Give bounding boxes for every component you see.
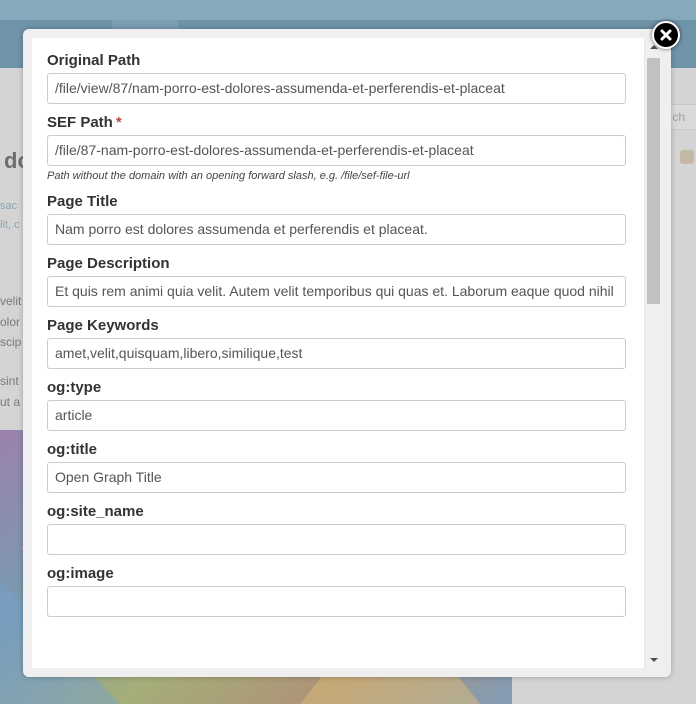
og-title-input[interactable]: Open Graph Title — [47, 462, 626, 493]
background-text: ut a — [0, 395, 21, 409]
background-text: olor — [0, 315, 21, 329]
background-search-input: ch — [668, 104, 696, 130]
rss-icon — [680, 150, 694, 164]
field-og-image: og:image — [47, 565, 626, 617]
og-type-label: og:type — [47, 379, 102, 396]
sef-path-input[interactable]: /file/87-nam-porro-est-dolores-assumenda… — [47, 135, 626, 166]
background-text: sint — [0, 374, 19, 388]
field-og-title: og:title Open Graph Title — [47, 441, 626, 493]
background-text: scip — [0, 335, 22, 349]
background-link: lit, c — [0, 219, 20, 231]
scrollbar-thumb[interactable] — [647, 58, 660, 304]
page-title-input[interactable]: Nam porro est dolores assumenda et perfe… — [47, 214, 626, 245]
page-keywords-label: Page Keywords — [47, 317, 159, 334]
background-link: sac — [0, 200, 18, 212]
close-button[interactable] — [652, 21, 680, 49]
seo-settings-modal: Original Path /file/view/87/nam-porro-es… — [23, 29, 671, 677]
required-marker: * — [115, 114, 122, 131]
seo-form: Original Path /file/view/87/nam-porro-es… — [47, 52, 626, 627]
page-title-label: Page Title — [47, 193, 118, 210]
og-type-input[interactable]: article — [47, 400, 626, 431]
field-page-description: Page Description Et quis rem animi quia … — [47, 255, 626, 307]
modal-scrollbar[interactable] — [644, 38, 662, 668]
og-title-label: og:title — [47, 441, 97, 458]
field-og-type: og:type article — [47, 379, 626, 431]
modal-content: Original Path /file/view/87/nam-porro-es… — [32, 38, 662, 668]
page-description-label: Page Description — [47, 255, 170, 272]
original-path-input[interactable]: /file/view/87/nam-porro-est-dolores-assu… — [47, 73, 626, 104]
page-description-input[interactable]: Et quis rem animi quia velit. Autem veli… — [47, 276, 626, 307]
field-og-site-name: og:site_name — [47, 503, 626, 555]
background-text: velit — [0, 294, 22, 308]
og-site-name-label: og:site_name — [47, 503, 144, 520]
field-original-path: Original Path /file/view/87/nam-porro-es… — [47, 52, 626, 104]
field-page-title: Page Title Nam porro est dolores assumen… — [47, 193, 626, 245]
chevron-down-icon[interactable] — [645, 651, 662, 668]
og-site-name-input[interactable] — [47, 524, 626, 555]
field-page-keywords: Page Keywords amet,velit,quisquam,libero… — [47, 317, 626, 369]
page-keywords-input[interactable]: amet,velit,quisquam,libero,similique,tes… — [47, 338, 626, 369]
og-image-label: og:image — [47, 565, 114, 582]
og-image-input[interactable] — [47, 586, 626, 617]
sef-path-help-text: Path without the domain with an opening … — [47, 170, 410, 182]
close-icon — [660, 29, 672, 41]
original-path-label: Original Path — [47, 52, 141, 69]
field-sef-path: SEF Path * /file/87-nam-porro-est-dolores… — [47, 114, 626, 183]
sef-path-label: SEF Path * — [47, 114, 122, 131]
